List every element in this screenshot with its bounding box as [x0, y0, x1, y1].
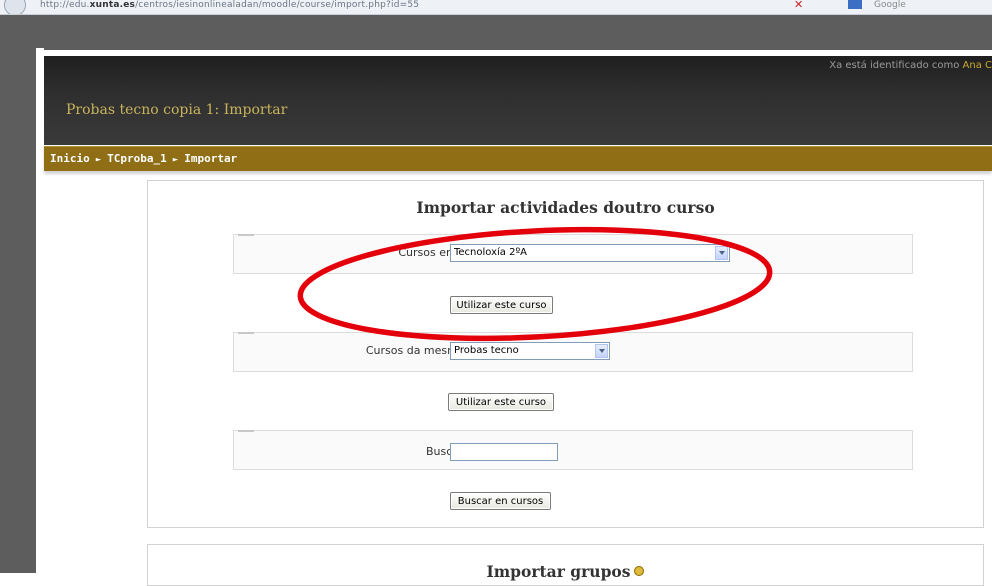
chevron-down-icon[interactable] — [595, 344, 608, 358]
search-input[interactable] — [450, 443, 558, 461]
browser-toolbar: http://edu.xunta.es/centros/iesinonlinea… — [0, 0, 992, 15]
fieldset-legend — [238, 430, 254, 432]
address-bar[interactable]: http://edu.xunta.es/centros/iesinonlinea… — [40, 0, 419, 10]
login-prefix: Xa está identificado como — [829, 60, 960, 71]
user-link[interactable]: Ana C — [963, 60, 992, 71]
breadcrumb-separator-icon: ► — [95, 155, 102, 165]
import-activities-panel: Importar actividades doutro curso Cursos… — [147, 180, 984, 528]
taught-courses-fieldset: Cursos en que ensinei Tecnoloxía 2ºA — [233, 234, 913, 274]
search-courses-button[interactable]: Buscar en cursos — [450, 492, 551, 510]
top-dark-band — [0, 15, 992, 50]
import-groups-heading: Importar grupos — [486, 562, 631, 581]
taught-courses-select[interactable]: Tecnoloxía 2ºA — [450, 244, 730, 262]
chevron-down-icon[interactable] — [715, 246, 728, 260]
same-category-selected: Probas tecno — [454, 345, 519, 356]
search-engine-icon[interactable] — [848, 0, 862, 9]
fieldset-legend — [238, 332, 254, 334]
breadcrumb-current: Importar — [184, 152, 238, 165]
search-fieldset: Buscar en cursos — [233, 430, 913, 470]
breadcrumb-course[interactable]: TCproba_1 — [107, 152, 167, 165]
site-header: Xa está identificado como Ana C Probas t… — [44, 56, 992, 145]
help-icon[interactable] — [634, 566, 645, 576]
page-title: Probas tecno copia 1: Importar — [66, 102, 288, 118]
import-activities-heading: Importar actividades doutro curso — [416, 198, 715, 217]
breadcrumb: Inicio ► TCproba_1 ► Importar — [50, 152, 237, 165]
same-category-fieldset: Cursos da mesma categoría Probas tecno — [233, 332, 913, 372]
breadcrumb-home[interactable]: Inicio — [50, 152, 90, 165]
taught-courses-selected: Tecnoloxía 2ºA — [454, 247, 528, 258]
import-groups-heading-wrap: Importar grupos — [148, 562, 983, 581]
import-groups-panel: Importar grupos — [147, 544, 984, 586]
use-taught-course-button[interactable]: Utilizar este curso — [450, 296, 553, 314]
browser-tools: ✕ Google — [770, 0, 906, 12]
back-button[interactable] — [4, 0, 26, 14]
use-category-course-button[interactable]: Utilizar este curso — [448, 393, 554, 411]
same-category-select[interactable]: Probas tecno — [450, 342, 610, 360]
left-dark-band — [0, 15, 37, 573]
left-white-band — [36, 48, 44, 573]
stop-icon[interactable]: ✕ — [794, 0, 803, 11]
breadcrumb-separator-icon: ► — [172, 155, 179, 165]
fieldset-legend — [238, 234, 254, 236]
login-info: Xa está identificado como Ana C — [829, 60, 992, 71]
navigation-bar: Inicio ► TCproba_1 ► Importar — [44, 146, 992, 171]
search-engine-label[interactable]: Google — [874, 0, 906, 10]
